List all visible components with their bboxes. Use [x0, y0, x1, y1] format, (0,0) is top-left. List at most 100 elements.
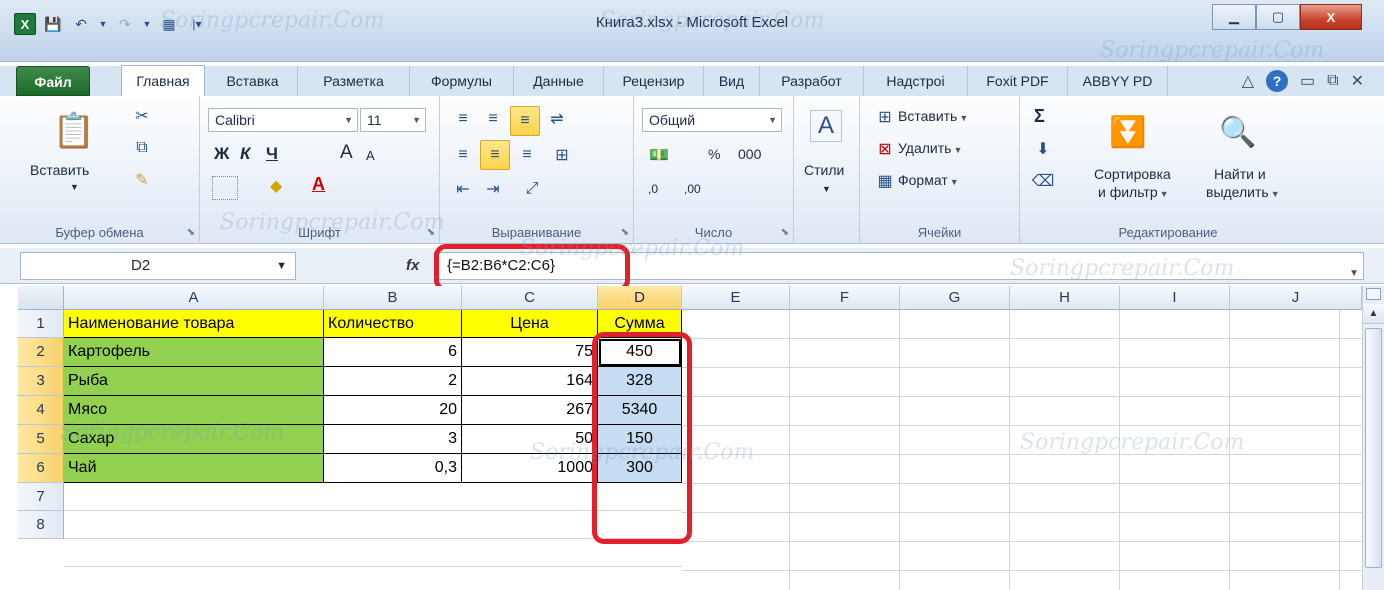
cell-a1[interactable]: Наименование товара: [64, 310, 324, 338]
row-header-1[interactable]: 1: [18, 310, 64, 338]
align-center-icon[interactable]: ≡: [480, 140, 510, 170]
percent-button[interactable]: %: [708, 146, 720, 162]
row-header-6[interactable]: 6: [18, 454, 64, 483]
row-header-8[interactable]: 8: [18, 511, 64, 539]
row-header-7[interactable]: 7: [18, 483, 64, 511]
increase-decimal-button[interactable]: ,0: [648, 182, 658, 196]
collapse-ribbon-icon[interactable]: △: [1242, 71, 1254, 91]
vertical-scrollbar[interactable]: ▲: [1362, 286, 1384, 590]
chevron-down-icon[interactable]: ▼: [822, 184, 831, 194]
decrease-indent-icon[interactable]: ⇤: [450, 176, 476, 202]
copy-icon[interactable]: ⧉: [130, 136, 154, 160]
autosum-button[interactable]: Σ: [1034, 106, 1045, 127]
align-top-icon[interactable]: ≡: [450, 106, 476, 132]
cell-c2[interactable]: 75: [462, 338, 598, 367]
cell-b6[interactable]: 0,3: [324, 454, 462, 483]
shrink-font-button[interactable]: A: [366, 148, 375, 163]
minimize-button[interactable]: ▁: [1212, 4, 1256, 30]
cell-a3[interactable]: Рыба: [64, 367, 324, 396]
decrease-decimal-button[interactable]: ,00: [684, 182, 701, 196]
tab-addins[interactable]: Надстроі: [864, 66, 968, 96]
expand-formula-icon[interactable]: ▼: [1349, 261, 1359, 287]
split-box[interactable]: [1366, 288, 1381, 300]
close-button[interactable]: X: [1300, 4, 1362, 30]
tab-insert[interactable]: Вставка: [208, 66, 298, 96]
sort-filter-icon[interactable]: ⏬: [1106, 106, 1150, 158]
column-header-g[interactable]: G: [900, 286, 1010, 310]
minimize-workbook-icon[interactable]: ▭: [1300, 71, 1315, 91]
tab-file[interactable]: Файл: [16, 66, 90, 96]
number-format-combo[interactable]: Общий ▼: [642, 108, 782, 132]
close-workbook-icon[interactable]: ✕: [1351, 71, 1364, 91]
select-all-button[interactable]: [18, 286, 64, 310]
row-header-2[interactable]: 2: [18, 338, 64, 367]
cell-c5[interactable]: 50: [462, 425, 598, 454]
align-right-icon[interactable]: ≡: [514, 142, 540, 168]
tab-developer[interactable]: Разработ: [760, 66, 864, 96]
format-cells-button[interactable]: Формат ▼: [898, 172, 959, 188]
font-size-combo[interactable]: 11 ▼: [360, 108, 426, 132]
cell-b5[interactable]: 3: [324, 425, 462, 454]
wrap-text-icon[interactable]: ⇌: [544, 106, 570, 132]
column-header-j[interactable]: J: [1230, 286, 1362, 310]
cell-b1[interactable]: Количество: [324, 310, 462, 338]
cell-a6[interactable]: Чай: [64, 454, 324, 483]
delete-cells-icon[interactable]: ⊠: [874, 138, 896, 160]
tab-foxit-pdf[interactable]: Foxit PDF: [968, 66, 1068, 96]
tab-data[interactable]: Данные: [514, 66, 604, 96]
column-header-e[interactable]: E: [682, 286, 790, 310]
fill-icon[interactable]: ⬇: [1032, 138, 1054, 160]
sort-filter-button[interactable]: и фильтр ▼: [1098, 184, 1169, 200]
borders-icon[interactable]: [212, 176, 238, 200]
empty-rows-area[interactable]: [64, 483, 682, 590]
align-bottom-icon[interactable]: ≡: [510, 106, 540, 136]
format-painter-icon[interactable]: ✎: [130, 168, 154, 192]
tab-review[interactable]: Рецензир: [604, 66, 704, 96]
column-header-d[interactable]: D: [598, 286, 682, 310]
row-header-4[interactable]: 4: [18, 396, 64, 425]
cell-b4[interactable]: 20: [324, 396, 462, 425]
orientation-icon[interactable]: ⤢: [514, 176, 550, 202]
find-select-button[interactable]: выделить ▼: [1206, 184, 1280, 200]
insert-cells-button[interactable]: Вставить ▼: [898, 108, 968, 124]
cut-icon[interactable]: ✂: [130, 104, 154, 128]
styles-button[interactable]: Стили: [804, 162, 844, 178]
tab-home[interactable]: Главная: [121, 65, 205, 97]
tab-abbyy-pdf[interactable]: ABBYY PD: [1068, 66, 1168, 96]
tab-layout[interactable]: Разметка: [298, 66, 410, 96]
insert-cells-icon[interactable]: ⊞: [874, 106, 896, 128]
format-cells-icon[interactable]: ▦: [874, 170, 896, 192]
thousands-separator-button[interactable]: 000: [738, 146, 761, 162]
cell-c3[interactable]: 164: [462, 367, 598, 396]
column-header-b[interactable]: B: [324, 286, 462, 310]
font-color-button[interactable]: A: [312, 174, 325, 195]
align-middle-icon[interactable]: ≡: [480, 106, 506, 132]
fill-color-button[interactable]: ◆: [270, 176, 282, 196]
row-header-5[interactable]: 5: [18, 425, 64, 454]
dialog-launcher-icon[interactable]: ⬊: [187, 227, 195, 238]
dialog-launcher-icon[interactable]: ⬊: [427, 227, 435, 238]
name-box[interactable]: D2 ▼: [20, 252, 296, 280]
find-line-1[interactable]: Найти и: [1214, 166, 1266, 182]
cell-c4[interactable]: 267: [462, 396, 598, 425]
empty-cells-area[interactable]: [682, 310, 1362, 590]
row-header-3[interactable]: 3: [18, 367, 64, 396]
font-name-combo[interactable]: Calibri ▼: [208, 108, 358, 132]
cell-a5[interactable]: Сахар: [64, 425, 324, 454]
paste-icon[interactable]: 📋: [53, 108, 95, 154]
cell-a2[interactable]: Картофель: [64, 338, 324, 367]
paste-button[interactable]: Вставить: [30, 162, 89, 178]
tab-formulas[interactable]: Формулы: [410, 66, 514, 96]
cell-c1[interactable]: Цена: [462, 310, 598, 338]
underline-button[interactable]: Ч: [266, 144, 278, 164]
increase-indent-icon[interactable]: ⇥: [480, 176, 506, 202]
scroll-thumb[interactable]: [1365, 328, 1382, 568]
merge-cells-icon[interactable]: ⊞: [544, 142, 580, 168]
column-header-h[interactable]: H: [1010, 286, 1120, 310]
cell-b2[interactable]: 6: [324, 338, 462, 367]
column-header-c[interactable]: C: [462, 286, 598, 310]
restore-workbook-icon[interactable]: ⧉: [1327, 72, 1338, 90]
column-header-i[interactable]: I: [1120, 286, 1230, 310]
binoculars-icon[interactable]: 🔍: [1216, 106, 1260, 158]
italic-button[interactable]: К: [240, 144, 250, 164]
